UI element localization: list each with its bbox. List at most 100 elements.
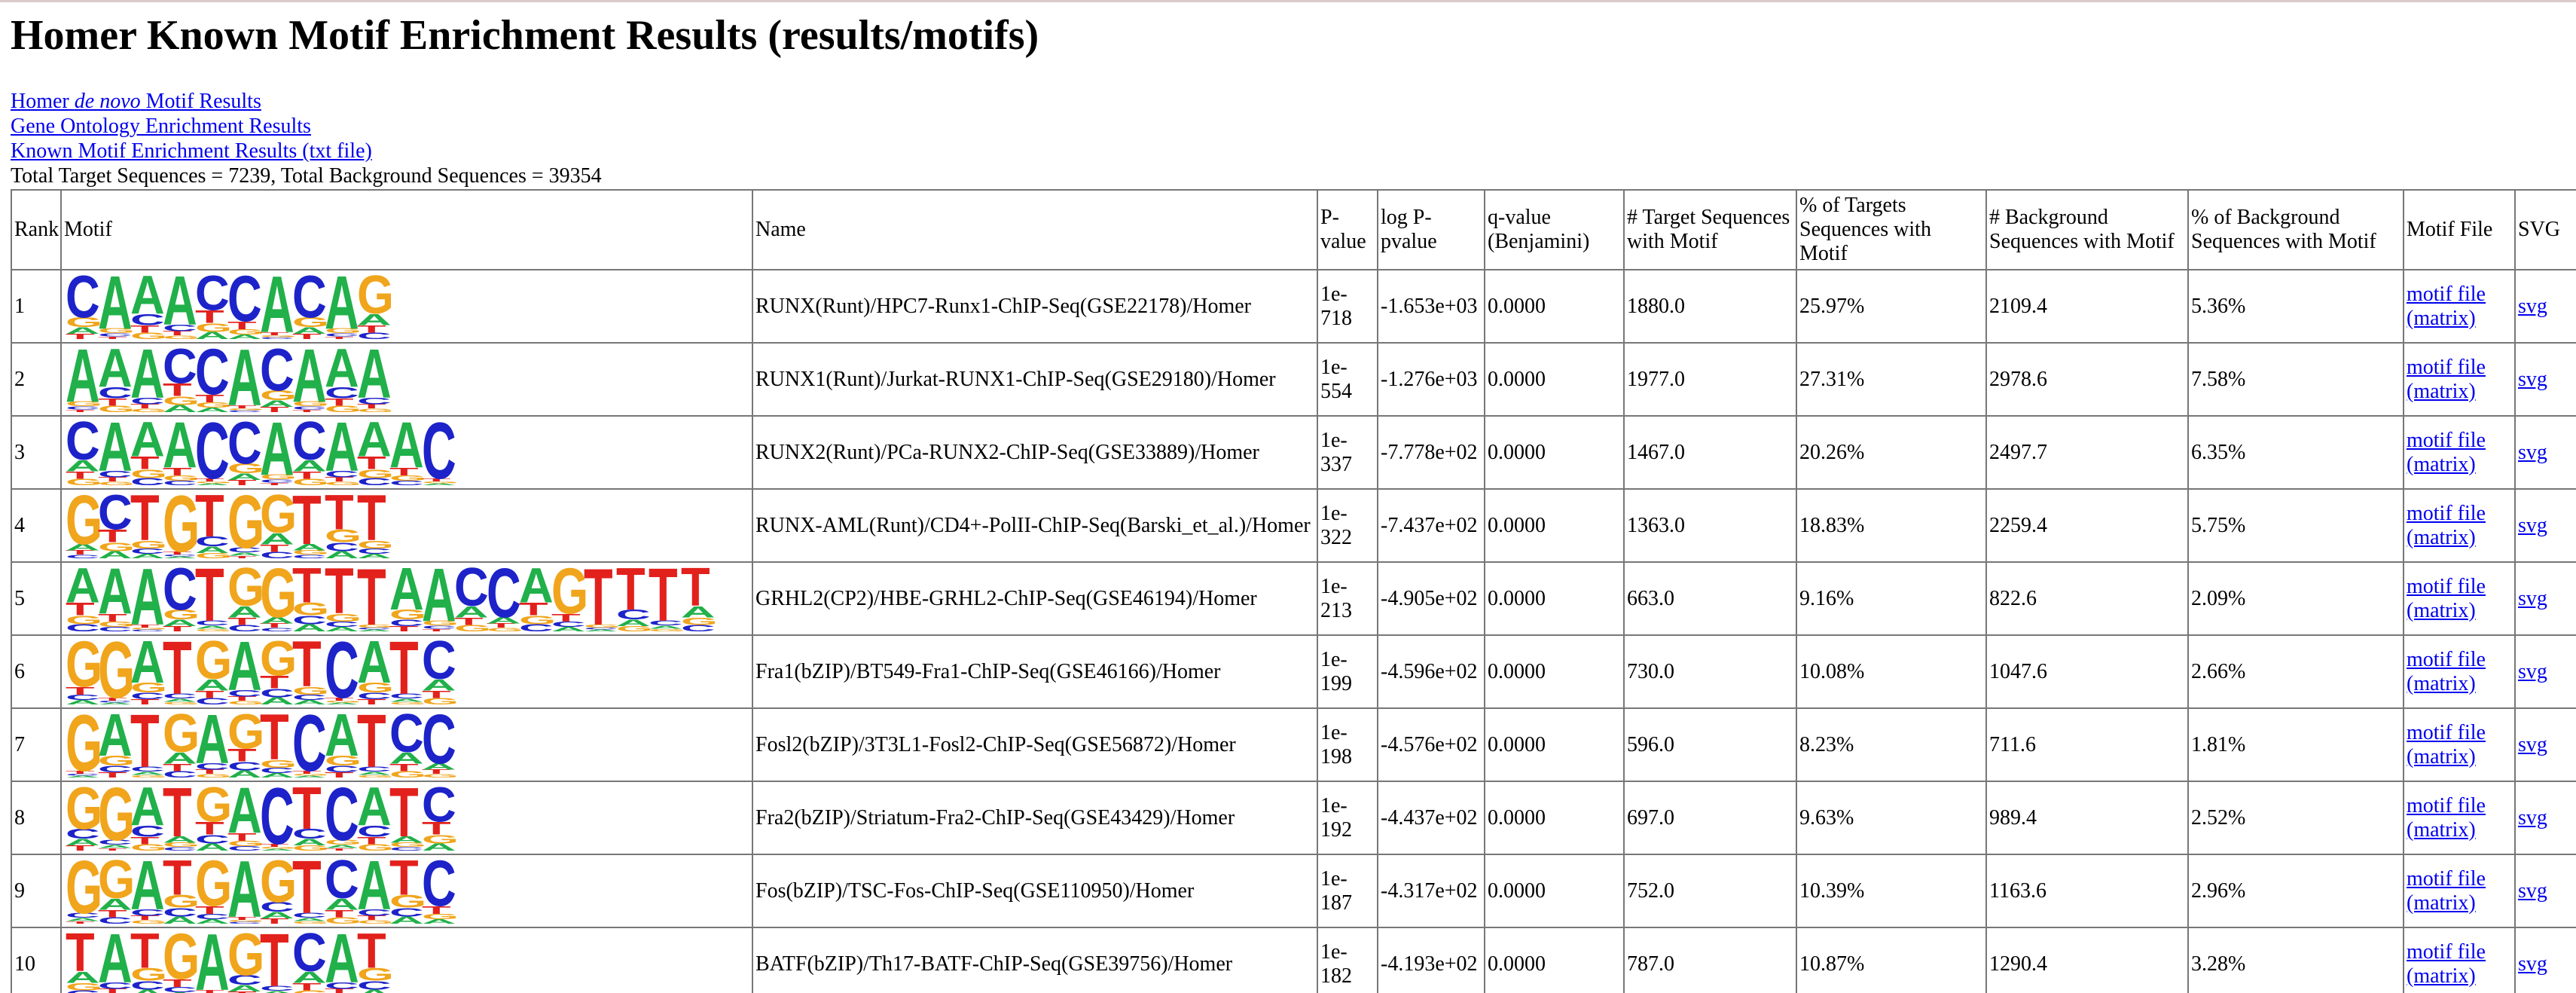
logo-letter-c: C: [487, 567, 521, 631]
motif-name: Fra1(bZIP)/BT549-Fra1-ChIP-Seq(GSE46166)…: [752, 634, 1318, 709]
svg-link[interactable]: svg: [2518, 660, 2547, 683]
logo-letter-g: G: [195, 859, 232, 920]
target-pct-cell: 20.26%: [1796, 415, 1987, 490]
rank-cell: 6: [11, 634, 62, 709]
logo-letter-a: A: [519, 567, 554, 613]
rank-cell: 9: [11, 854, 62, 928]
logp-cell: -4.437e+02: [1377, 781, 1485, 855]
motif-file-link[interactable]: motif file (matrix): [2407, 721, 2486, 768]
logo-letter-a: A: [325, 274, 359, 339]
motif-file-link[interactable]: motif file (matrix): [2407, 867, 2486, 915]
svg-link[interactable]: svg: [2518, 952, 2547, 976]
target-count-cell: 1977.0: [1623, 342, 1797, 417]
table-row: 10CGATGTCAACGTACTGCGTATACGGACTGTACGTCAAC…: [11, 927, 2576, 993]
pvalue-cell: 1e-192: [1317, 781, 1378, 855]
qvalue-cell: 0.0000: [1484, 781, 1625, 855]
logo-letter-g: G: [66, 640, 102, 701]
motif-file-link[interactable]: motif file (matrix): [2407, 283, 2486, 330]
logo-letter-c: C: [325, 786, 359, 851]
motif-logo: TACGTACGGTCACGAT ACTGCGTAAGTCGACTTAGCGTCA…: [66, 786, 456, 851]
svg-link[interactable]: svg: [2518, 806, 2547, 830]
target-count-cell: 787.0: [1623, 927, 1797, 993]
motif-file-cell: motif file (matrix): [2403, 415, 2516, 490]
logo-letter-a: A: [325, 932, 359, 993]
bg-pct-cell: 3.28%: [2187, 927, 2404, 993]
logo-letter-t: T: [66, 932, 95, 983]
bg-count-cell: 2109.4: [1985, 269, 2189, 344]
logo-letter-a: A: [227, 786, 262, 847]
bg-count-cell: 2259.4: [1985, 488, 2189, 563]
logo-letter-g: G: [260, 493, 297, 545]
svg-link[interactable]: svg: [2518, 879, 2547, 903]
table-row: 1TAGCTCGAGTCAGTCAAGTCAGTCCGTATAGCTCGACTA…: [11, 269, 2576, 344]
motif-file-link[interactable]: motif file (matrix): [2407, 648, 2486, 695]
bg-pct-cell: 2.52%: [2187, 781, 2404, 855]
target-pct-cell: 9.63%: [1796, 781, 1987, 855]
svg-link[interactable]: svg: [2518, 295, 2547, 318]
motif-logo-cell: ACTGTCGAGACTCTAGGTCAACTGACGTAGTCTCGAGACT…: [60, 707, 753, 782]
logo-letter-t: T: [681, 567, 710, 618]
logo-letter-g: G: [66, 493, 102, 558]
logo-letter-t: T: [357, 567, 386, 631]
logo-letter-g: G: [260, 640, 297, 686]
logo-letter-t: T: [163, 786, 192, 851]
motif-logo: GTACGTCACGTACGTAAGTCTAGCTCGAGTACGTCACGTA…: [66, 420, 456, 485]
logo-letter-t: T: [389, 859, 419, 906]
motif-file-cell: motif file (matrix): [2403, 342, 2516, 417]
logo-letter-t: T: [163, 859, 192, 906]
header-bg-count: # Background Sequences with Motif: [1985, 189, 2189, 270]
logo-letter-a: A: [227, 859, 262, 924]
svg-cell: svg: [2514, 269, 2576, 344]
logo-letter-c: C: [325, 640, 359, 704]
motif-name: RUNX2(Runt)/PCa-RUNX2-ChIP-Seq(GSE33889)…: [752, 415, 1318, 490]
logo-letter-g: G: [98, 786, 135, 851]
top-border: [0, 0, 2576, 2]
header-motif: Motif: [60, 189, 753, 270]
logo-letter-a: A: [195, 713, 230, 778]
rank-cell: 5: [11, 561, 62, 636]
known-motif-txt-link[interactable]: Known Motif Enrichment Results (txt file…: [11, 139, 602, 163]
qvalue-cell: 0.0000: [1484, 634, 1625, 709]
logo-letter-c: C: [260, 347, 295, 404]
motif-file-cell: motif file (matrix): [2403, 634, 2516, 709]
motif-file-link[interactable]: motif file (matrix): [2407, 356, 2486, 403]
bg-count-cell: 822.6: [1985, 561, 2189, 636]
denovo-results-link[interactable]: Homer de novo Motif Results: [11, 89, 602, 114]
header-rank: Rank: [11, 189, 62, 270]
qvalue-cell: 0.0000: [1484, 561, 1625, 636]
motif-file-link[interactable]: motif file (matrix): [2407, 429, 2486, 476]
svg-cell: svg: [2514, 854, 2576, 928]
header-logp: log P-pvalue: [1377, 189, 1485, 270]
logo-letter-a: A: [422, 567, 456, 631]
target-count-cell: 752.0: [1623, 854, 1797, 928]
go-enrichment-link[interactable]: Gene Ontology Enrichment Results: [11, 114, 602, 139]
logo-letter-g: G: [163, 932, 200, 993]
motif-file-cell: motif file (matrix): [2403, 854, 2516, 928]
svg-link[interactable]: svg: [2518, 587, 2547, 610]
rank-cell: 10: [11, 927, 62, 993]
svg-link[interactable]: svg: [2518, 733, 2547, 756]
motif-file-link[interactable]: motif file (matrix): [2407, 502, 2486, 549]
logo-letter-t: T: [389, 640, 419, 704]
svg-link[interactable]: svg: [2518, 514, 2547, 537]
logp-cell: -1.653e+03: [1377, 269, 1485, 344]
logo-letter-c: C: [227, 420, 262, 477]
svg-link[interactable]: svg: [2518, 368, 2547, 391]
bg-pct-cell: 7.58%: [2187, 342, 2404, 417]
logo-letter-a: A: [389, 567, 424, 623]
logo-letter-c: C: [422, 420, 456, 485]
logo-letter-c: C: [422, 713, 456, 778]
target-pct-cell: 10.08%: [1796, 634, 1987, 709]
logo-letter-c: C: [422, 640, 456, 691]
bg-pct-cell: 5.75%: [2187, 488, 2404, 563]
logo-letter-a: A: [292, 347, 327, 412]
svg-link[interactable]: svg: [2518, 441, 2547, 464]
rank-cell: 2: [11, 342, 62, 417]
motif-file-link[interactable]: motif file (matrix): [2407, 794, 2486, 842]
logo-letter-c: C: [227, 274, 262, 335]
motif-file-link[interactable]: motif file (matrix): [2407, 575, 2486, 622]
logp-cell: -4.317e+02: [1377, 854, 1485, 928]
qvalue-cell: 0.0000: [1484, 488, 1625, 563]
motif-logo-cell: CGATGTCAACGTACTGCGTATACGGACTGTACGTCAACGT: [60, 927, 753, 993]
motif-file-link[interactable]: motif file (matrix): [2407, 940, 2486, 988]
